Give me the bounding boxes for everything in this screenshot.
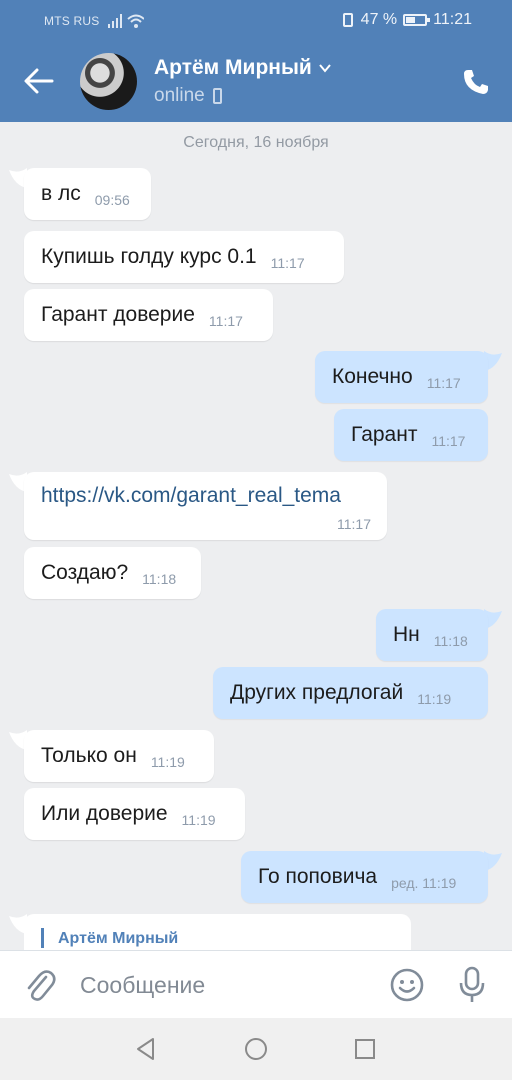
message-time: 11:19 — [181, 812, 216, 828]
message-time: 11:18 — [433, 633, 468, 649]
reply-quote-bar — [41, 928, 44, 948]
message-time: 11:17 — [431, 433, 466, 449]
message-text: Нн — [393, 623, 420, 646]
message-outgoing[interactable]: Нн 11:18 — [376, 609, 488, 661]
message-text: Создаю? — [41, 561, 129, 584]
vibrate-icon — [342, 13, 353, 27]
message-text: Гарант — [351, 423, 418, 446]
message-incoming[interactable]: Только он 11:19 — [24, 730, 214, 782]
avatar[interactable] — [80, 53, 137, 110]
message-time: 11:19 — [417, 691, 452, 707]
paperclip-icon[interactable] — [24, 967, 56, 1003]
message-incoming-link[interactable]: https://vk.com/garant_real_tema 11:17 — [24, 472, 387, 540]
message-text: Гарант доверие — [41, 303, 195, 326]
battery-icon — [403, 14, 431, 26]
reply-author: Артём Мирный — [58, 930, 179, 947]
message-outgoing[interactable]: Го поповича ред. 11:19 — [241, 851, 488, 903]
message-composer — [0, 950, 512, 1018]
signal-wifi-icon — [108, 14, 144, 28]
message-text: Купишь голду курс 0.1 — [41, 245, 257, 268]
nav-back-icon[interactable] — [133, 1036, 159, 1062]
message-time: 11:17 — [426, 375, 461, 391]
chat-header: MTS RUS 47 % 11:21 Артём Мирный online — [0, 0, 512, 122]
status-bar: MTS RUS 47 % 11:21 — [0, 0, 512, 42]
message-incoming[interactable]: в лс 09:56 — [24, 168, 151, 220]
chevron-down-icon — [319, 64, 331, 73]
clock: 11:21 — [433, 11, 472, 28]
message-time: 11:17 — [270, 255, 305, 271]
message-text: Только он — [41, 744, 137, 767]
message-incoming[interactable]: Купишь голду курс 0.1 11:17 — [24, 231, 344, 283]
message-outgoing[interactable]: Гарант 11:17 — [334, 409, 488, 461]
message-incoming[interactable]: Создаю? 11:18 — [24, 547, 201, 599]
contact-name[interactable]: Артём Мирный — [154, 56, 332, 80]
message-incoming[interactable]: Гарант доверие 11:17 — [24, 289, 273, 341]
message-text: Го поповича — [258, 865, 378, 888]
message-time: 11:19 — [150, 754, 185, 770]
contact-name-label: Артём Мирный — [154, 56, 312, 79]
date-divider: Сегодня, 16 ноября — [183, 134, 329, 151]
message-text: в лс — [41, 182, 81, 205]
online-label: online — [154, 85, 205, 106]
message-list[interactable]: Сегодня, 16 ноября в лс 09:56 Купишь гол… — [0, 122, 512, 950]
message-time: 11:18 — [142, 571, 177, 587]
mobile-device-icon — [212, 88, 222, 104]
emoji-icon[interactable] — [389, 967, 425, 1003]
phone-icon[interactable] — [462, 68, 490, 96]
message-text: Конечно — [332, 365, 413, 388]
message-time: ред. 11:19 — [391, 875, 457, 891]
message-input[interactable] — [80, 967, 360, 1003]
contact-status: online — [154, 85, 222, 107]
message-outgoing[interactable]: Других предлогай 11:19 — [213, 667, 488, 719]
nav-recents-icon[interactable] — [352, 1036, 378, 1062]
message-incoming[interactable]: Или доверие 11:19 — [24, 788, 245, 840]
status-right: 47 % 11:21 — [342, 11, 472, 29]
message-time: 11:17 — [208, 313, 243, 329]
back-arrow-icon[interactable] — [22, 66, 56, 96]
system-navigation-bar — [0, 1018, 512, 1080]
message-outgoing[interactable]: Конечно 11:17 — [315, 351, 488, 403]
carrier-label: MTS RUS — [44, 14, 100, 28]
message-link[interactable]: https://vk.com/garant_real_tema — [41, 484, 387, 508]
battery-percent: 47 % — [360, 11, 398, 28]
message-time: 11:17 — [337, 516, 371, 532]
message-text: Других предлогай — [230, 681, 404, 704]
message-text: Или доверие — [41, 802, 168, 825]
message-incoming-reply[interactable]: Артём Мирный — [24, 914, 411, 950]
message-time: 09:56 — [94, 192, 130, 208]
nav-home-icon[interactable] — [243, 1036, 269, 1062]
microphone-icon[interactable] — [456, 965, 488, 1005]
